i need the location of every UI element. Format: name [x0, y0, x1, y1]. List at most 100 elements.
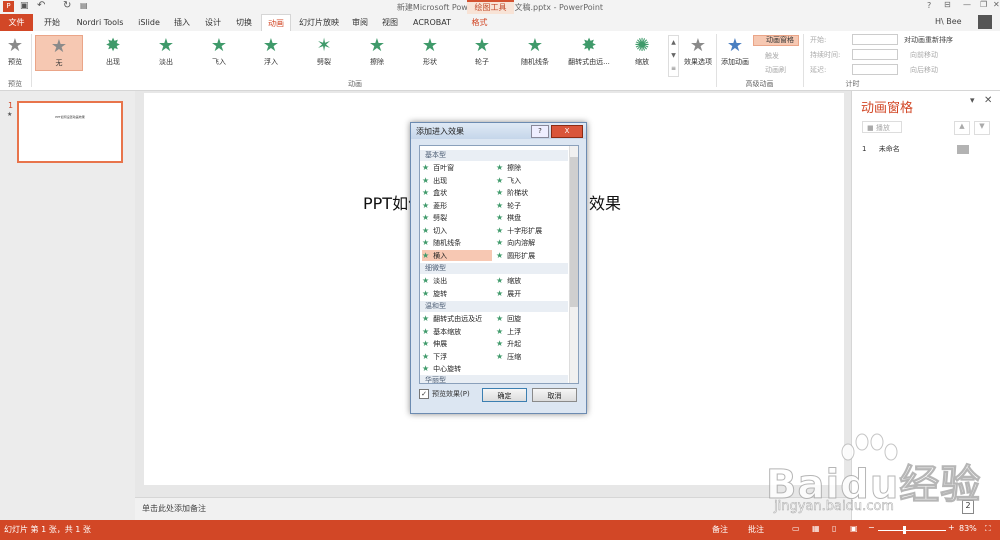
animation-pane-button[interactable]: 动画窗格	[753, 35, 799, 46]
effect-item[interactable]: ★ 横入	[422, 249, 492, 261]
notes-pane[interactable]: 单击此处添加备注	[135, 497, 851, 521]
anim-none[interactable]: ★ 无	[35, 35, 83, 71]
effect-item[interactable]: ★ 压缩	[496, 351, 566, 362]
move-down-icon[interactable]: ▼	[974, 121, 990, 135]
fit-slide-icon[interactable]: ⛶	[985, 524, 991, 534]
anim-split[interactable]: ✶ 劈裂	[300, 35, 348, 71]
help-icon[interactable]: ?	[927, 1, 931, 10]
effect-item[interactable]: ★ 菱形	[422, 200, 492, 211]
anim-fade[interactable]: ★ 淡出	[142, 35, 190, 71]
animation-list-item[interactable]: 1 未命名	[862, 144, 970, 155]
preview-button[interactable]: ★ 预览	[2, 35, 28, 71]
tab-insert[interactable]: 插入	[168, 14, 196, 31]
pane-close-icon[interactable]: ✕	[984, 95, 992, 106]
zoom-out-icon[interactable]: −	[868, 523, 875, 532]
list-scrollbar[interactable]	[569, 146, 578, 383]
effect-item[interactable]: ★ 回旋	[496, 313, 566, 324]
effect-item[interactable]: ★ 基本缩放	[422, 326, 492, 337]
anim-wipe[interactable]: ★ 擦除	[353, 35, 401, 71]
avatar[interactable]	[978, 15, 992, 29]
effect-item[interactable]: ★ 盒状	[422, 187, 492, 198]
effect-list[interactable]: 基本型 细微型 温和型 华丽型 ★ 百叶窗 ★ 出现 ★ 盒状 ★ 菱形 ★ 劈裂 ★ 切入 ★ 随机线条…	[419, 145, 579, 384]
notes-placeholder[interactable]: 单击此处添加备注	[142, 503, 206, 514]
move-up-icon[interactable]: ▲	[954, 121, 970, 135]
zoom-in-icon[interactable]: +	[948, 523, 955, 532]
notes-button[interactable]: 备注	[712, 524, 728, 535]
effect-item[interactable]: ★ 劈裂	[422, 212, 492, 223]
effect-item[interactable]: ★ 向内溶解	[496, 237, 566, 248]
tab-acrobat[interactable]: ACROBAT	[407, 14, 457, 31]
tab-review[interactable]: 审阅	[347, 14, 373, 31]
slideshow-icon[interactable]: ▣	[850, 524, 858, 533]
close-icon[interactable]: ✕	[993, 0, 1000, 9]
move-later-button[interactable]: 向后移动	[910, 65, 938, 75]
effect-item[interactable]: ★ 擦除	[496, 162, 566, 173]
anim-random-bars[interactable]: ★ 随机线条	[511, 35, 559, 71]
tab-animations[interactable]: 动画	[261, 14, 291, 31]
slide-thumbnail[interactable]: PPT如何设置动画效果	[17, 101, 123, 163]
dialog-close-icon[interactable]: X	[551, 125, 583, 138]
anim-float-in[interactable]: ★ 浮入	[247, 35, 295, 71]
minimize-icon[interactable]: —	[963, 0, 971, 9]
pane-options-icon[interactable]: ▾	[970, 96, 975, 106]
cancel-button[interactable]: 取消	[532, 388, 577, 402]
effect-item[interactable]: ★ 淡出	[422, 275, 492, 286]
comments-button[interactable]: 批注	[748, 524, 764, 535]
effect-item[interactable]: ★ 升起	[496, 338, 566, 349]
effect-item[interactable]: ★ 中心旋转	[422, 363, 492, 374]
preview-effect-label[interactable]: 预览效果(P)	[432, 389, 470, 399]
timeline-bar[interactable]	[957, 145, 969, 154]
effect-item[interactable]: ★ 随机线条	[422, 237, 492, 248]
effect-options-button[interactable]: ★ 效果选项	[678, 35, 718, 71]
tab-transitions[interactable]: 切换	[230, 14, 258, 31]
zoom-slider[interactable]	[878, 530, 946, 531]
user-name[interactable]: H\ Bee	[935, 17, 962, 26]
effect-item[interactable]: ★ 圆形扩展	[496, 250, 566, 261]
play-button[interactable]: ■ 播放	[862, 121, 902, 133]
effect-item[interactable]: ★ 飞入	[496, 175, 566, 186]
tab-slideshow[interactable]: 幻灯片放映	[295, 14, 343, 31]
dialog-help-icon[interactable]: ?	[531, 125, 549, 138]
ok-button[interactable]: 确定	[482, 388, 527, 402]
restore-icon[interactable]: ❐	[980, 0, 987, 9]
anim-zoom[interactable]: ✺ 缩放	[618, 35, 666, 71]
tab-view[interactable]: 视图	[377, 14, 403, 31]
normal-view-icon[interactable]: ▭	[792, 524, 800, 533]
tab-home[interactable]: 开始	[37, 14, 67, 31]
move-earlier-button[interactable]: 向前移动	[910, 50, 938, 60]
tab-islide[interactable]: iSlide	[133, 14, 165, 31]
list-scroll-thumb[interactable]	[570, 157, 578, 307]
effect-item[interactable]: ★ 展开	[496, 288, 566, 299]
effect-item[interactable]: ★ 伸展	[422, 338, 492, 349]
reading-view-icon[interactable]: ▯	[832, 524, 836, 533]
anim-shape[interactable]: ★ 形状	[406, 35, 454, 71]
trigger-button[interactable]: 触发	[765, 51, 779, 61]
effect-item[interactable]: ★ 切入	[422, 225, 492, 236]
effect-item[interactable]: ★ 翻转式由远及近	[422, 313, 492, 324]
zoom-thumb[interactable]	[903, 526, 906, 534]
zoom-level[interactable]: 83%	[959, 524, 977, 533]
preview-effect-checkbox[interactable]: ✓	[419, 389, 429, 399]
anim-appear[interactable]: ✸ 出现	[89, 35, 137, 71]
effect-item[interactable]: ★ 缩放	[496, 275, 566, 286]
effect-item[interactable]: ★ 出现	[422, 175, 492, 186]
ribbon-options-icon[interactable]: ⊟	[944, 0, 951, 9]
effect-item[interactable]: ★ 十字形扩展	[496, 225, 566, 236]
tab-format[interactable]: 格式	[467, 14, 492, 31]
duration-input[interactable]	[852, 49, 898, 60]
delay-input[interactable]	[852, 64, 898, 75]
anim-grow-turn[interactable]: ✸ 翻转式由远...	[563, 35, 615, 71]
effect-item[interactable]: ★ 阶梯状	[496, 187, 566, 198]
animation-painter-button[interactable]: 动画刷	[765, 65, 786, 75]
tab-file[interactable]: 文件	[0, 14, 33, 31]
start-dropdown[interactable]	[852, 34, 898, 45]
anim-fly-in[interactable]: ★ 飞入	[195, 35, 243, 71]
slide-title-part2[interactable]: 效果	[589, 190, 621, 214]
tab-nordri-tools[interactable]: Nordri Tools	[72, 14, 128, 31]
effect-item[interactable]: ★ 下浮	[422, 351, 492, 362]
slide-sorter-icon[interactable]: ▦	[812, 524, 820, 533]
effect-item[interactable]: ★ 轮子	[496, 200, 566, 211]
add-animation-button[interactable]: ★ 添加动画	[717, 35, 753, 71]
effect-item[interactable]: ★ 旋转	[422, 288, 492, 299]
tab-design[interactable]: 设计	[199, 14, 227, 31]
